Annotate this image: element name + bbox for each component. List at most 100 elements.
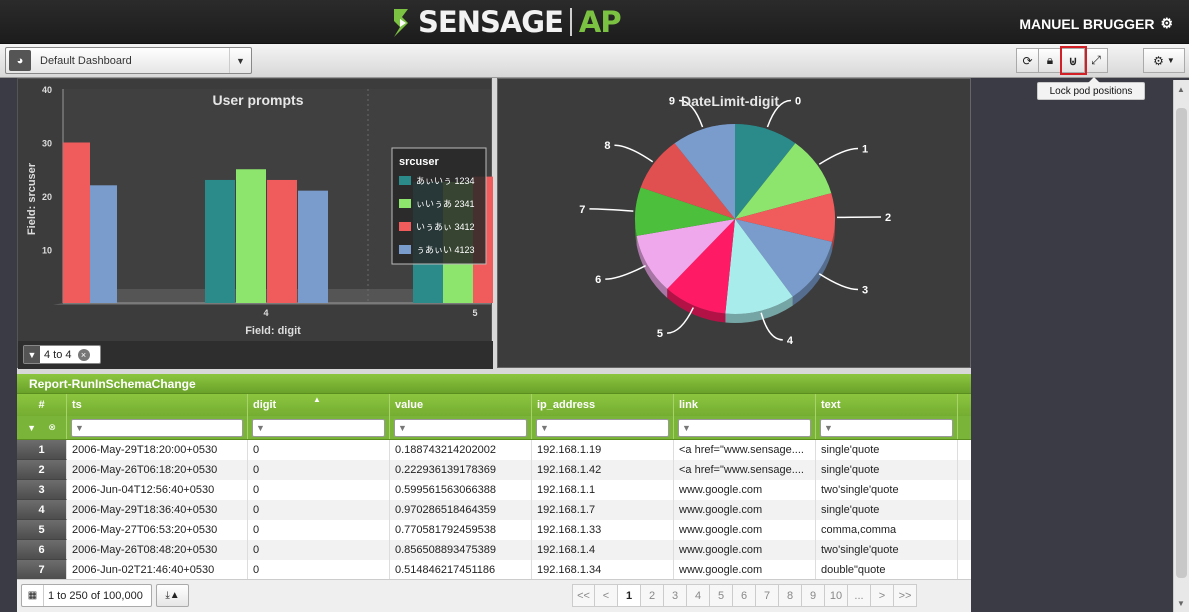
vertical-scrollbar[interactable]: ▲ ▼ — [1173, 80, 1189, 612]
scrollbar-thumb[interactable] — [1176, 108, 1187, 578]
scroll-up-icon[interactable]: ▲ — [1177, 85, 1185, 94]
table-cell: 0.856508893475389 — [390, 540, 532, 560]
column-header-text[interactable]: text — [816, 394, 958, 416]
page-button[interactable]: 8 — [779, 584, 802, 607]
table-cell: 0.514846217451186 — [390, 560, 532, 580]
page-button[interactable]: 7 — [756, 584, 779, 607]
page-button[interactable]: > — [871, 584, 894, 607]
table-cell: <a href="www.sensage.... — [674, 460, 816, 480]
filter-chip[interactable]: ▼ 4 to 4 × — [23, 345, 101, 364]
clear-filter-icon[interactable]: × — [77, 348, 90, 361]
table-row[interactable]: 1 2006-May-29T18:20:00+0530 0 0.18874321420… — [17, 440, 971, 460]
column-filter-input[interactable]: ▼ — [678, 418, 811, 437]
filter-controls: ▼ ⊗ — [17, 416, 67, 439]
table-row[interactable]: 7 2006-Jun-02T21:46:40+0530 0 0.51484621745… — [17, 560, 971, 580]
table-cell: single'quote — [816, 500, 958, 520]
page-button[interactable]: < — [595, 584, 618, 607]
chart-title: User prompts — [212, 92, 303, 108]
table-cell: 192.168.1.42 — [532, 460, 674, 480]
page-button[interactable]: 1 — [618, 584, 641, 607]
table-row[interactable]: 2 2006-May-26T06:18:20+0530 0 0.22293613917… — [17, 460, 971, 480]
column-header-value[interactable]: value — [390, 394, 532, 416]
table-row[interactable]: 5 2006-May-27T06:53:20+0530 0 0.77058179245… — [17, 520, 971, 540]
brand-divider — [569, 8, 572, 36]
download-icon: ⤓▲ — [165, 590, 180, 601]
column-filter-input[interactable]: ▼ — [252, 418, 385, 437]
column-header-[interactable]: # — [17, 394, 67, 416]
x-tick-label: 4 — [263, 308, 268, 318]
page-button[interactable]: << — [572, 584, 595, 607]
column-header-ts[interactable]: ts — [67, 394, 248, 416]
column-header-digit[interactable]: digit ▲ — [248, 394, 390, 416]
user-name: MANUEL BRUGGER — [1019, 15, 1155, 32]
table-cell: 0.599561563066388 — [390, 480, 532, 500]
row-number: 6 — [17, 540, 67, 560]
legend-swatch — [399, 245, 411, 254]
sort-asc-icon: ▲ — [313, 395, 321, 404]
column-header-ipaddress[interactable]: ip_address — [532, 394, 674, 416]
page-button[interactable]: 5 — [710, 584, 733, 607]
clear-filters-icon[interactable]: ⊗ — [48, 422, 56, 433]
lock-button[interactable]: 🔒︎ — [1039, 48, 1062, 73]
page-button[interactable]: 10 — [825, 584, 848, 607]
y-axis-label: Field: srcuser — [26, 162, 38, 235]
page-button[interactable]: 2 — [641, 584, 664, 607]
column-filter-input[interactable]: ▼ — [820, 418, 953, 437]
page-button[interactable]: ... — [848, 584, 871, 607]
lock-pod-positions-button[interactable]: ⊍ — [1060, 46, 1087, 75]
page-button[interactable]: >> — [894, 584, 917, 607]
table-row[interactable]: 4 2006-May-29T18:36:40+0530 0 0.97028651846… — [17, 500, 971, 520]
table-cell: 2006-Jun-02T21:46:40+0530 — [67, 560, 248, 580]
table-cell: 0.222936139178369 — [390, 460, 532, 480]
legend-label: あぃいぅ 1234 — [416, 176, 475, 186]
table-cell: 2006-May-27T06:53:20+0530 — [67, 520, 248, 540]
legend-swatch — [399, 176, 411, 185]
page-button[interactable]: 9 — [802, 584, 825, 607]
chart-title: DateLimit-digit — [681, 93, 779, 109]
column-filter-input[interactable]: ▼ — [394, 418, 527, 437]
table-cell: <a href="www.sensage.... — [674, 440, 816, 460]
lock-icon: 🔒︎ — [1046, 53, 1054, 67]
column-header-link[interactable]: link — [674, 394, 816, 416]
settings-button[interactable]: ⚙ ▼ — [1143, 48, 1185, 73]
fullscreen-button[interactable]: ⤢ — [1085, 48, 1108, 73]
scroll-down-icon[interactable]: ▼ — [1177, 599, 1185, 608]
table-row[interactable]: 6 2006-May-26T08:48:20+0530 0 0.85650889347… — [17, 540, 971, 560]
table-cell: two'single'quote — [816, 540, 958, 560]
dashboard-select-value: Default Dashboard — [40, 54, 132, 67]
table-row[interactable]: 3 2006-Jun-04T12:56:40+0530 0 0.59956156306… — [17, 480, 971, 500]
table-cell: double"quote — [816, 560, 958, 580]
table-cell: www.google.com — [674, 500, 816, 520]
refresh-button[interactable]: ⟳ — [1016, 48, 1039, 73]
page-size-button[interactable]: ▦ 1 to 250 of 100,000 — [21, 584, 152, 607]
row-number: 7 — [17, 560, 67, 580]
legend-swatch — [399, 199, 411, 208]
table-cell: 0.970286518464359 — [390, 500, 532, 520]
user-menu[interactable]: MANUEL BRUGGER ⚙ — [1019, 15, 1173, 32]
table-cell: 192.168.1.33 — [532, 520, 674, 540]
bar-chart-pod: 40 30 20 10 4 5 Field: digit Field: srcuser User… — [17, 78, 503, 369]
pie-slice-label: 7 — [579, 204, 585, 216]
row-number: 4 — [17, 500, 67, 520]
pod-buttons: ⟳ 🔒︎ ⊍ ⤢ — [1016, 46, 1108, 75]
export-button[interactable]: ⤓▲ — [156, 584, 189, 607]
y-tick-label: 30 — [42, 139, 52, 149]
pie-slice-label: 5 — [657, 328, 663, 340]
table-cell: 0 — [248, 560, 390, 580]
column-filter-input[interactable]: ▼ — [536, 418, 669, 437]
pie-slice-label: 9 — [669, 95, 675, 107]
page-button[interactable]: 6 — [733, 584, 756, 607]
x-axis-label: Field: digit — [245, 325, 301, 337]
table-cell: 192.168.1.34 — [532, 560, 674, 580]
filter-icon: ▼ — [256, 422, 265, 433]
table-cell: 0 — [248, 540, 390, 560]
page-button[interactable]: 4 — [687, 584, 710, 607]
page-button[interactable]: 3 — [664, 584, 687, 607]
column-filter-input[interactable]: ▼ — [71, 418, 243, 437]
legend-label: ぃいぅあ 2341 — [416, 199, 475, 209]
filter-icon[interactable]: ▼ — [27, 423, 36, 433]
pie-chart-pod: 0 1 2 3 4 5 6 7 8 9 DateLimit-digit — [497, 78, 971, 368]
dashboard-select[interactable]: ◕ Default Dashboard ▼ — [5, 47, 252, 74]
filter-icon: ▼ — [682, 422, 691, 433]
report-grid: Report-RunInSchemaChange # ts digit ▲ value i… — [17, 374, 971, 612]
